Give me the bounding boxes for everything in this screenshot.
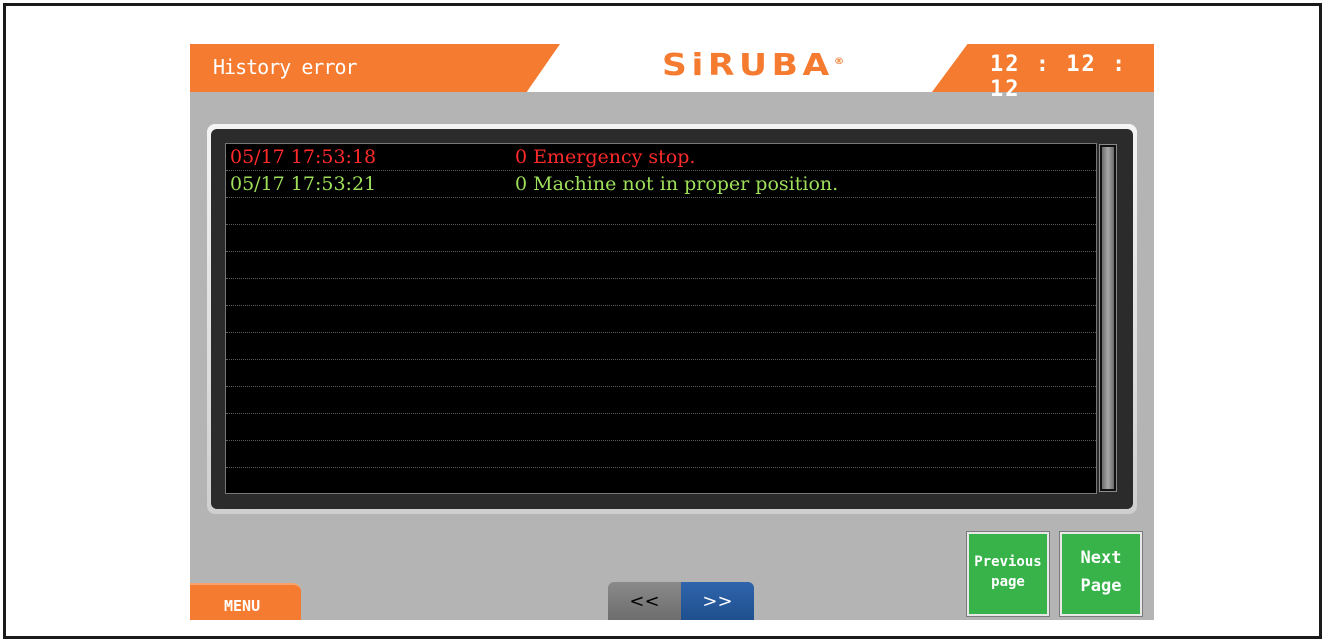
- previous-page-label-line2: page: [991, 574, 1025, 590]
- nav-forward-button[interactable]: >>: [681, 582, 754, 620]
- clock-display: 12 : 12 : 12: [990, 52, 1128, 102]
- device-frame: History error SiRUBA® 12 : 12 : 12 05/17…: [3, 3, 1322, 639]
- log-row-empty[interactable]: [226, 387, 1096, 414]
- hmi-screen: History error SiRUBA® 12 : 12 : 12 05/17…: [190, 44, 1154, 620]
- double-chevron-right-icon: >>: [702, 591, 733, 612]
- next-page-button[interactable]: Next Page: [1060, 532, 1142, 616]
- page-title: History error: [213, 55, 358, 79]
- log-message: 0 Machine not in proper position.: [515, 173, 839, 195]
- log-message: 0 Emergency stop.: [515, 146, 696, 168]
- next-page-label-line2: Page: [1080, 576, 1122, 596]
- log-row-empty[interactable]: [226, 252, 1096, 279]
- log-row-empty[interactable]: [226, 333, 1096, 360]
- previous-page-button[interactable]: Previous page: [967, 532, 1049, 616]
- registered-mark: ®: [833, 57, 845, 67]
- menu-button[interactable]: MENU: [190, 583, 301, 620]
- double-chevron-left-icon: <<: [629, 591, 660, 612]
- error-log-bezel: 05/17 17:53:18 0 Emergency stop. 05/17 1…: [211, 129, 1133, 509]
- log-row-empty[interactable]: [226, 279, 1096, 306]
- log-row-empty[interactable]: [226, 414, 1096, 441]
- brand-logo: SiRUBA®: [662, 48, 844, 83]
- next-page-label-line1: Next: [1080, 548, 1122, 568]
- scrollbar-thumb[interactable]: [1102, 147, 1114, 489]
- log-timestamp: 05/17 17:53:18: [230, 146, 377, 168]
- log-row-empty[interactable]: [226, 198, 1096, 225]
- nav-back-button[interactable]: <<: [608, 582, 681, 620]
- log-row[interactable]: 05/17 17:53:18 0 Emergency stop.: [226, 144, 1096, 171]
- log-row-empty[interactable]: [226, 225, 1096, 252]
- log-timestamp: 05/17 17:53:21: [230, 173, 377, 195]
- log-row-empty[interactable]: [226, 306, 1096, 333]
- previous-page-label-line1: Previous: [974, 554, 1042, 570]
- log-row-empty[interactable]: [226, 441, 1096, 468]
- log-row[interactable]: 05/17 17:53:21 0 Machine not in proper p…: [226, 171, 1096, 198]
- error-log-list[interactable]: 05/17 17:53:18 0 Emergency stop. 05/17 1…: [225, 143, 1097, 494]
- log-scrollbar[interactable]: [1099, 144, 1117, 492]
- brand-logo-text: SiRUBA: [662, 48, 834, 83]
- log-row-empty[interactable]: [226, 360, 1096, 387]
- error-log-panel: 05/17 17:53:18 0 Emergency stop. 05/17 1…: [207, 124, 1137, 514]
- top-bar: History error SiRUBA® 12 : 12 : 12: [190, 44, 1154, 102]
- menu-button-label: MENU: [224, 597, 261, 615]
